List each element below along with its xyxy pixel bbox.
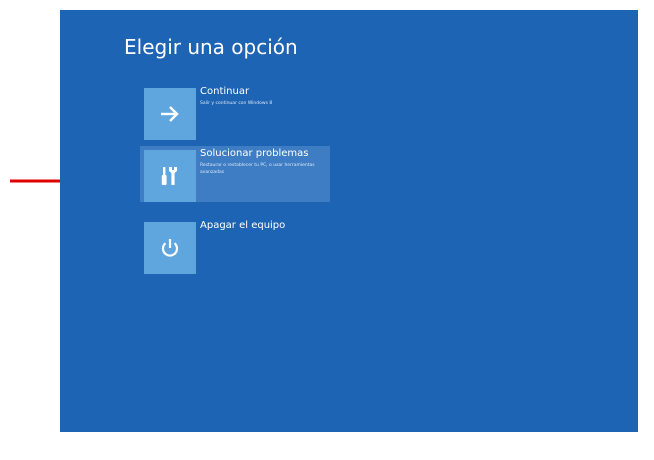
page: Elegir una opción Continuar Salir y cont…	[0, 0, 654, 460]
option-continuar[interactable]: Continuar Salir y continuar con Windows …	[140, 84, 330, 140]
option-tile	[144, 222, 196, 274]
option-label: Continuar	[200, 86, 250, 97]
option-solucionar-problemas[interactable]: Solucionar problemas Restaurar o restabl…	[140, 146, 330, 202]
recovery-screen: Elegir una opción Continuar Salir y cont…	[60, 10, 638, 432]
option-label: Solucionar problemas	[200, 148, 309, 159]
arrow-right-icon	[161, 106, 179, 122]
option-label: Apagar el equipo	[200, 220, 286, 231]
option-description: Salir y continuar con Windows 8	[200, 101, 273, 106]
page-title: Elegir una opción	[124, 35, 298, 59]
option-tile	[144, 150, 196, 202]
option-description: Restaurar o restablecer tu PC, o usar he…	[200, 163, 315, 175]
tools-icon	[161, 167, 177, 185]
option-apagar-equipo[interactable]: Apagar el equipo	[140, 218, 330, 274]
power-icon	[161, 239, 179, 257]
option-tile	[144, 88, 196, 140]
